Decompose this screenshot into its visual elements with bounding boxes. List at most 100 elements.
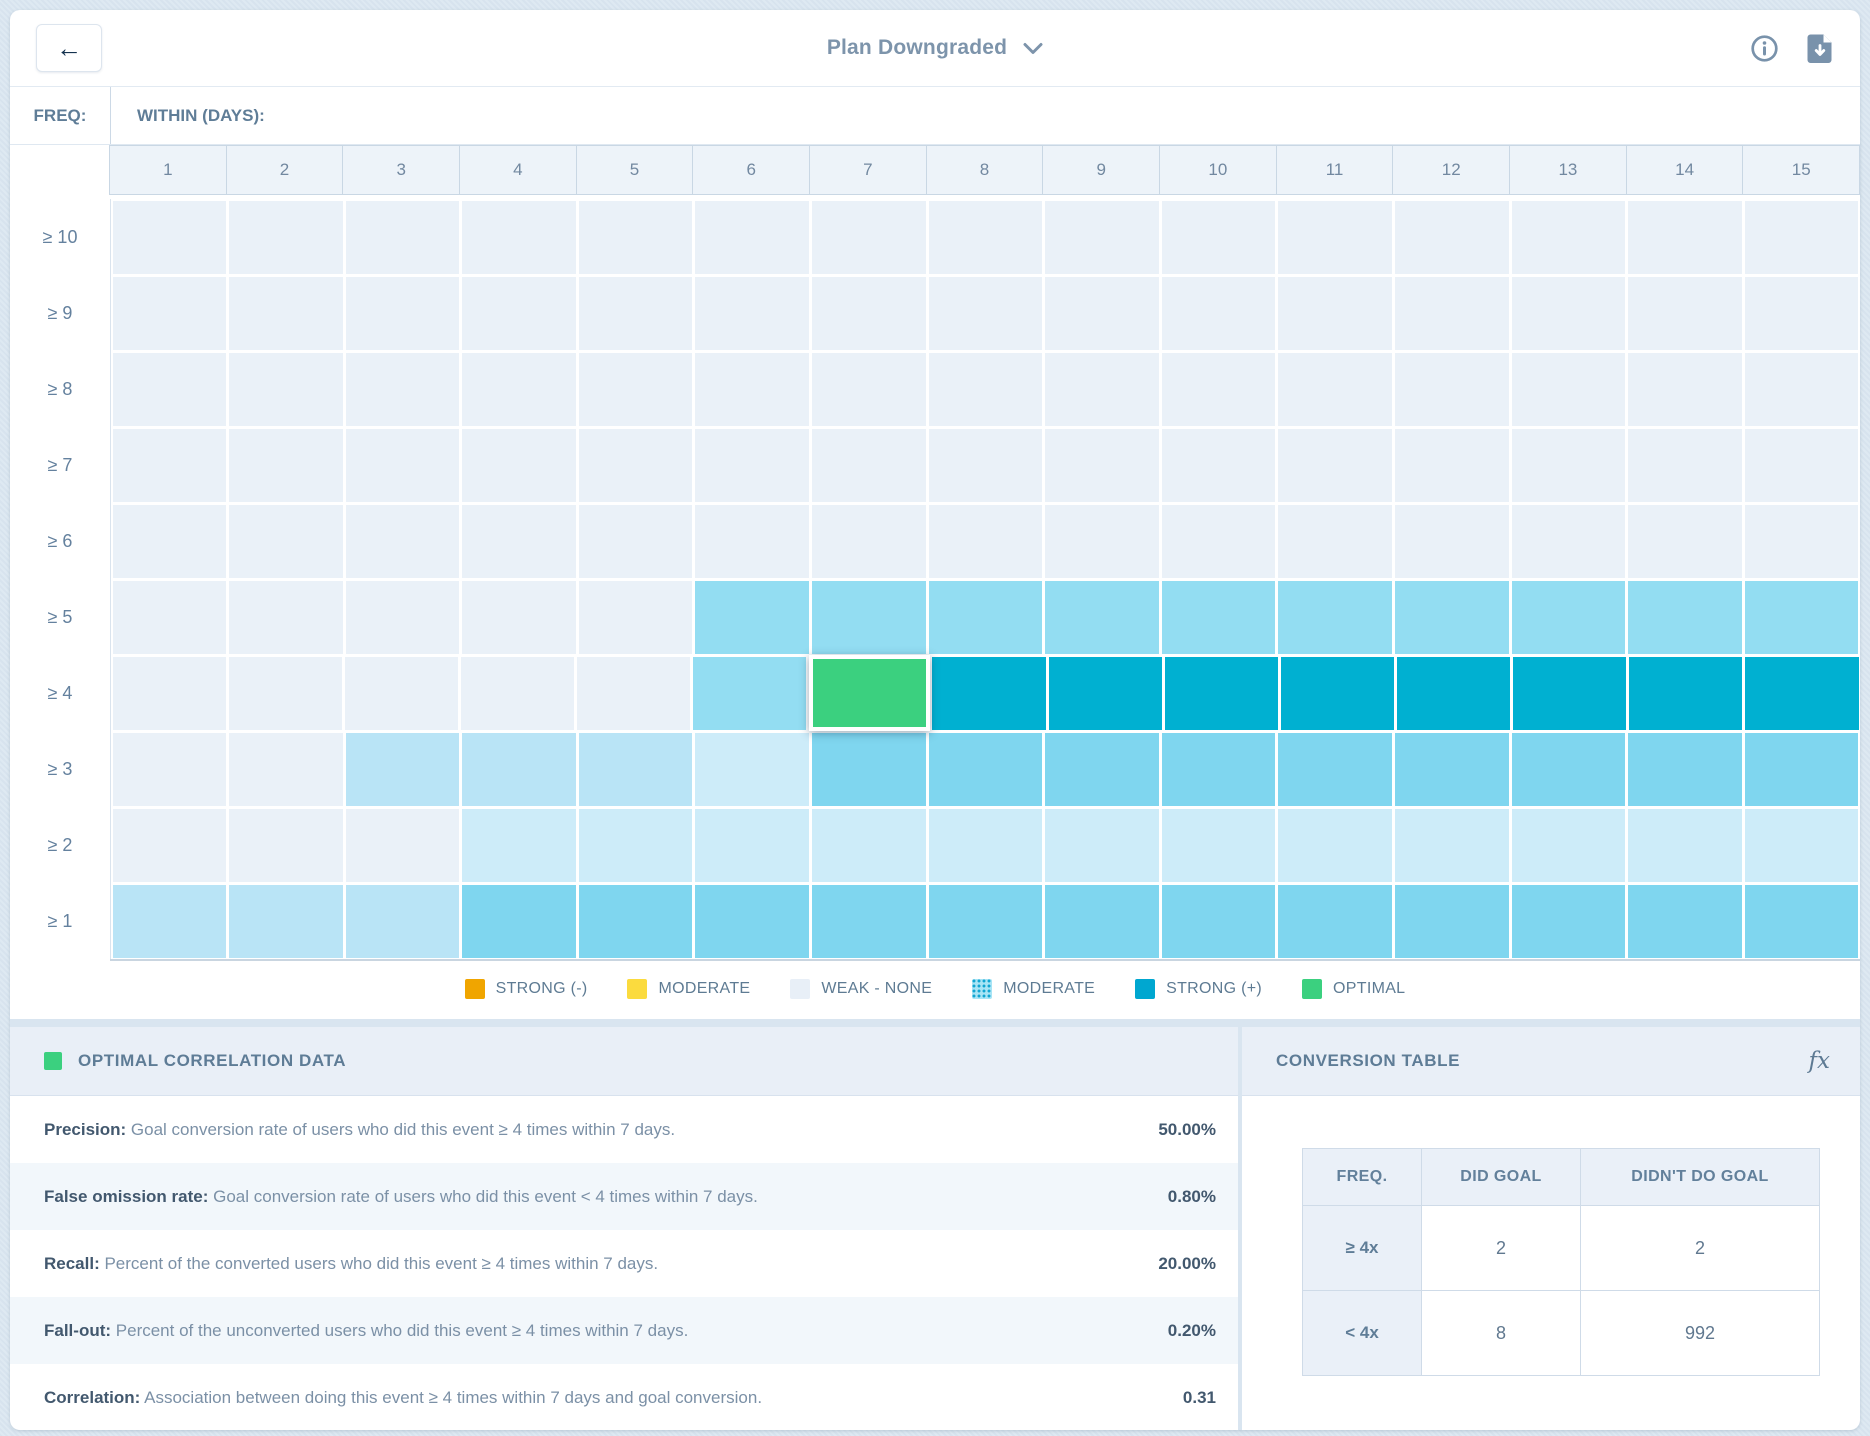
heatmap-cell[interactable] — [1512, 505, 1626, 578]
heatmap-cell[interactable] — [1162, 277, 1276, 350]
heatmap-cell[interactable] — [462, 429, 576, 502]
heatmap-cell[interactable] — [695, 277, 809, 350]
heatmap-cell[interactable] — [695, 353, 809, 426]
heatmap-cell[interactable] — [1512, 733, 1626, 806]
heatmap-cell[interactable] — [579, 809, 693, 882]
heatmap-cell[interactable] — [229, 505, 343, 578]
heatmap-cell[interactable] — [1745, 277, 1859, 350]
heatmap-cell[interactable] — [1628, 201, 1742, 274]
heatmap-cell[interactable] — [346, 733, 460, 806]
heatmap-cell[interactable] — [1278, 353, 1392, 426]
heatmap-cell[interactable] — [1395, 885, 1509, 958]
heatmap-cell[interactable] — [929, 201, 1043, 274]
heatmap-cell[interactable] — [1278, 505, 1392, 578]
heatmap-cell[interactable] — [929, 277, 1043, 350]
heatmap-cell[interactable] — [812, 429, 926, 502]
heatmap-cell[interactable] — [1278, 277, 1392, 350]
heatmap-cell[interactable] — [695, 809, 809, 882]
formula-fx-icon[interactable]: fx — [1809, 1048, 1830, 1074]
heatmap-cell[interactable] — [812, 809, 926, 882]
heatmap-cell[interactable] — [113, 733, 227, 806]
heatmap-cell[interactable] — [1628, 581, 1742, 654]
heatmap-cell[interactable] — [346, 581, 460, 654]
heatmap-cell[interactable] — [1745, 201, 1859, 274]
heatmap-cell[interactable] — [579, 277, 693, 350]
heatmap-cell[interactable] — [1045, 353, 1159, 426]
heatmap-cell[interactable] — [1628, 277, 1742, 350]
heatmap-cell[interactable] — [695, 505, 809, 578]
heatmap-cell[interactable] — [577, 657, 690, 730]
heatmap-cell[interactable] — [1395, 505, 1509, 578]
download-icon[interactable] — [1807, 33, 1834, 64]
heatmap-cell[interactable] — [1512, 809, 1626, 882]
heatmap-cell[interactable] — [462, 581, 576, 654]
heatmap-cell[interactable] — [1045, 277, 1159, 350]
heatmap-cell[interactable] — [1162, 885, 1276, 958]
heatmap-cell[interactable] — [1395, 581, 1509, 654]
heatmap-cell[interactable] — [1395, 733, 1509, 806]
back-button[interactable]: ← — [36, 24, 102, 72]
heatmap-cell[interactable] — [229, 429, 343, 502]
heatmap-cell[interactable] — [229, 657, 342, 730]
heatmap-cell[interactable] — [1278, 885, 1392, 958]
heatmap-cell[interactable] — [929, 505, 1043, 578]
heatmap-cell[interactable] — [695, 581, 809, 654]
heatmap-cell[interactable] — [346, 505, 460, 578]
heatmap-cell[interactable] — [1745, 657, 1858, 730]
heatmap-cell[interactable] — [113, 885, 227, 958]
heatmap-cell[interactable] — [1045, 429, 1159, 502]
heatmap-cell[interactable] — [1162, 733, 1276, 806]
heatmap-cell[interactable] — [1395, 353, 1509, 426]
heatmap-cell[interactable] — [113, 201, 227, 274]
heatmap-cell[interactable] — [1628, 733, 1742, 806]
heatmap-cell[interactable] — [812, 581, 926, 654]
heatmap-cell[interactable] — [695, 429, 809, 502]
heatmap-cell[interactable] — [1045, 505, 1159, 578]
heatmap-cell[interactable] — [929, 809, 1043, 882]
heatmap-cell[interactable] — [1397, 657, 1510, 730]
heatmap-cell[interactable] — [1045, 885, 1159, 958]
heatmap-cell[interactable] — [1162, 429, 1276, 502]
heatmap-cell[interactable] — [1512, 277, 1626, 350]
optimal-selected-cell[interactable] — [809, 655, 930, 731]
heatmap-cell[interactable] — [1745, 581, 1859, 654]
heatmap-cell[interactable] — [229, 733, 343, 806]
heatmap-cell[interactable] — [461, 657, 574, 730]
heatmap-cell[interactable] — [1045, 809, 1159, 882]
heatmap-cell[interactable] — [1628, 885, 1742, 958]
heatmap-cell[interactable] — [462, 809, 576, 882]
heatmap-cell[interactable] — [1395, 809, 1509, 882]
heatmap-cell[interactable] — [1628, 429, 1742, 502]
heatmap-cell[interactable] — [1162, 581, 1276, 654]
heatmap-cell[interactable] — [346, 277, 460, 350]
heatmap-cell[interactable] — [1278, 581, 1392, 654]
heatmap-cell[interactable] — [1745, 809, 1859, 882]
heatmap-cell[interactable] — [579, 581, 693, 654]
heatmap-cell[interactable] — [462, 885, 576, 958]
heatmap-cell[interactable] — [462, 505, 576, 578]
info-icon[interactable] — [1750, 34, 1779, 63]
heatmap-cell[interactable] — [812, 733, 926, 806]
heatmap-cell[interactable] — [1628, 505, 1742, 578]
heatmap-cell[interactable] — [1278, 429, 1392, 502]
heatmap-cell[interactable] — [695, 201, 809, 274]
heatmap-cell[interactable] — [113, 581, 227, 654]
heatmap-cell[interactable] — [113, 809, 227, 882]
heatmap-cell[interactable] — [579, 505, 693, 578]
heatmap-cell[interactable] — [1045, 733, 1159, 806]
heatmap-cell[interactable] — [113, 657, 226, 730]
heatmap-cell[interactable] — [1628, 809, 1742, 882]
heatmap-cell[interactable] — [346, 809, 460, 882]
heatmap-cell[interactable] — [812, 353, 926, 426]
heatmap-cell[interactable] — [229, 353, 343, 426]
heatmap-cell[interactable] — [1165, 657, 1278, 730]
heatmap-cell[interactable] — [1045, 581, 1159, 654]
heatmap-cell[interactable] — [1512, 429, 1626, 502]
heatmap-cell[interactable] — [462, 277, 576, 350]
heatmap-cell[interactable] — [462, 201, 576, 274]
heatmap-cell[interactable] — [229, 581, 343, 654]
heatmap-cell[interactable] — [579, 353, 693, 426]
heatmap-cell[interactable] — [229, 809, 343, 882]
heatmap-cell[interactable] — [579, 429, 693, 502]
heatmap-cell[interactable] — [1162, 809, 1276, 882]
